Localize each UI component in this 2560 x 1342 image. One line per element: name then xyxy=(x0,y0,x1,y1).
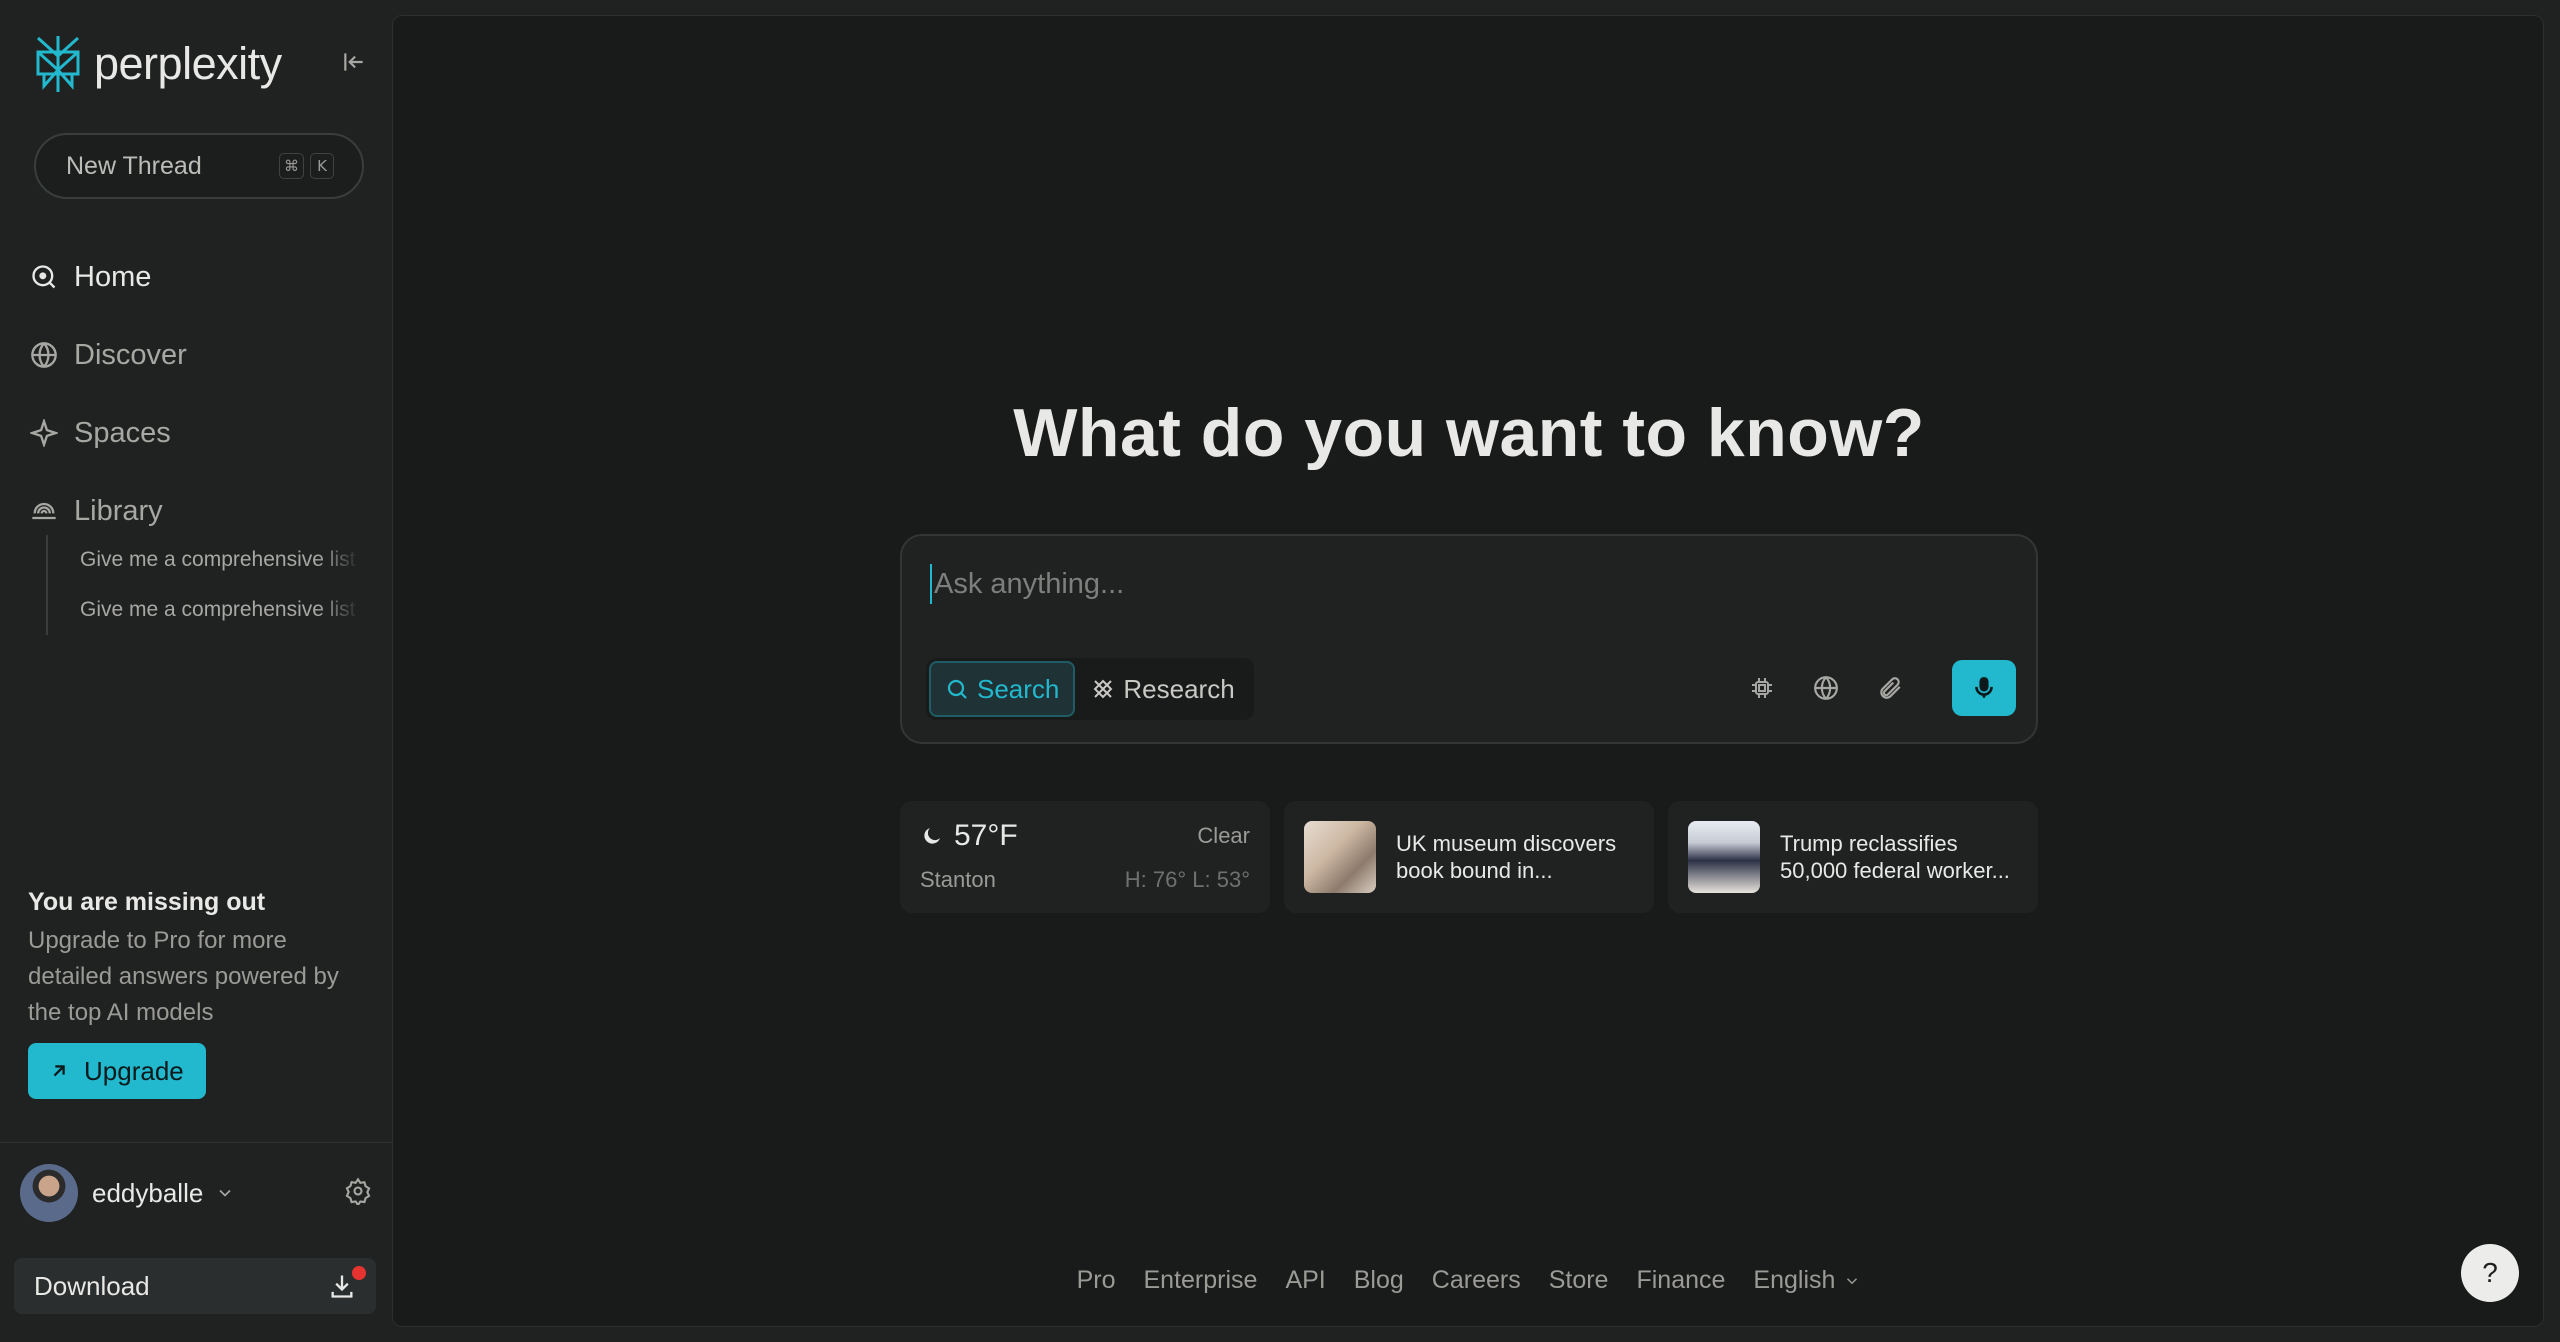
search-icon xyxy=(32,265,56,289)
footer-link-careers[interactable]: Careers xyxy=(1432,1266,1521,1295)
news-thumbnail xyxy=(1304,821,1376,893)
footer-link-enterprise[interactable]: Enterprise xyxy=(1143,1266,1257,1295)
sidebar-item-label: Discover xyxy=(74,338,187,371)
chevron-down-icon xyxy=(1847,1277,1858,1284)
research-icon xyxy=(1093,679,1113,699)
library-thread-item[interactable]: Give me a comprehensive list xyxy=(80,535,360,585)
divider xyxy=(0,1142,392,1143)
sidebar-item-spaces[interactable]: Spaces xyxy=(30,394,187,472)
footer-link-finance[interactable]: Finance xyxy=(1636,1266,1725,1295)
globe-icon xyxy=(31,342,57,368)
widget-cards: 57°F Clear Stanton H: 76° L: 53° UK muse… xyxy=(900,801,2038,913)
weather-city: Stanton xyxy=(920,867,996,892)
weather-hilo: H: 76° L: 53° xyxy=(1124,867,1250,892)
new-thread-button[interactable]: New Thread ⌘ K xyxy=(34,133,364,199)
promo-text: Upgrade to Pro for more detailed answers… xyxy=(28,927,339,1026)
news-title: Trump reclassifies 50,000 federal worker… xyxy=(1780,831,2010,883)
weather-condition: Clear xyxy=(1197,823,1250,848)
arrow-up-right-icon xyxy=(53,1065,65,1077)
sidebar-item-label: Home xyxy=(74,260,152,293)
footer-links: Pro Enterprise API Blog Careers Store Fi… xyxy=(393,1266,2545,1295)
model-select-button[interactable] xyxy=(1748,674,1776,702)
research-mode-label: Research xyxy=(1123,673,1235,704)
footer-link-store[interactable]: Store xyxy=(1549,1266,1609,1295)
news-card[interactable]: UK museum discovers book bound in... xyxy=(1284,801,1654,913)
research-mode-button[interactable]: Research xyxy=(1075,661,1250,717)
new-thread-label: New Thread xyxy=(66,151,202,180)
sidebar: perplexity New Thread ⌘ K Home Discover … xyxy=(0,0,392,1342)
chevron-down-icon xyxy=(219,1189,231,1197)
news-title: UK museum discovers book bound in... xyxy=(1396,831,1617,883)
perplexity-logo-icon xyxy=(36,36,80,92)
collapse-sidebar-button[interactable] xyxy=(338,46,370,78)
library-thread-item[interactable]: Give me a comprehensive list xyxy=(80,585,360,635)
sidebar-item-label: Spaces xyxy=(74,416,171,449)
microphone-icon xyxy=(1975,676,1993,698)
news-thumbnail xyxy=(1688,821,1760,893)
upgrade-button[interactable]: Upgrade xyxy=(28,1043,206,1099)
promo-title: You are missing out xyxy=(28,888,266,916)
page-title: What do you want to know? xyxy=(1013,395,1925,471)
chip-icon xyxy=(1752,678,1772,698)
search-tools xyxy=(1748,660,2016,716)
logo-text: perplexity xyxy=(94,38,282,89)
attach-button[interactable] xyxy=(1876,674,1904,702)
globe-icon xyxy=(1814,676,1838,700)
collapse-icon xyxy=(344,53,363,71)
shortcut-cmd-key: ⌘ xyxy=(279,153,304,179)
weather-card[interactable]: 57°F Clear Stanton H: 76° L: 53° xyxy=(900,801,1270,913)
shortcut-k-key: K xyxy=(310,153,334,179)
avatar xyxy=(20,1164,78,1222)
user-menu[interactable]: eddyballe xyxy=(20,1163,372,1223)
footer-link-pro[interactable]: Pro xyxy=(1077,1266,1116,1295)
moon-icon xyxy=(924,828,940,844)
footer-link-api[interactable]: API xyxy=(1285,1266,1325,1295)
sidebar-nav: Home Discover Spaces Library xyxy=(30,238,187,550)
app: perplexity New Thread ⌘ K Home Discover … xyxy=(0,0,2560,1342)
help-button[interactable]: ? xyxy=(2461,1244,2519,1302)
news-card[interactable]: Trump reclassifies 50,000 federal worker… xyxy=(1668,801,2038,913)
download-button[interactable]: Download xyxy=(14,1258,376,1314)
upgrade-button-label: Upgrade xyxy=(84,1055,184,1086)
notification-dot xyxy=(352,1266,366,1280)
search-icon xyxy=(947,679,967,699)
search-mode-button[interactable]: Search xyxy=(929,661,1076,717)
language-label: English xyxy=(1753,1266,1836,1294)
sidebar-item-label: Library xyxy=(74,494,163,527)
main-panel: What do you want to know? Search Researc… xyxy=(392,15,2544,1327)
library-thread-list: Give me a comprehensive list Give me a c… xyxy=(46,535,360,635)
download-label: Download xyxy=(34,1270,150,1301)
search-box: Search Research xyxy=(900,534,2038,744)
library-icon xyxy=(32,502,56,520)
paperclip-icon xyxy=(1880,677,1901,699)
search-mode-label: Search xyxy=(977,673,1060,704)
logo[interactable]: perplexity xyxy=(32,34,282,94)
voice-input-button[interactable] xyxy=(1952,660,2016,716)
search-mode-toggle: Search Research xyxy=(926,658,1254,720)
sources-button[interactable] xyxy=(1812,674,1840,702)
search-input[interactable] xyxy=(930,564,1930,604)
sparkle-icon xyxy=(30,419,58,447)
upgrade-promo: You are missing out Upgrade to Pro for m… xyxy=(28,888,368,1099)
gear-icon[interactable] xyxy=(344,1177,372,1205)
username: eddyballe xyxy=(92,1177,204,1208)
temperature: 57°F xyxy=(954,819,1018,852)
sidebar-item-home[interactable]: Home xyxy=(30,238,187,316)
sidebar-item-discover[interactable]: Discover xyxy=(30,316,187,394)
weather-temp: 57°F xyxy=(920,819,1018,853)
language-select[interactable]: English xyxy=(1753,1266,1861,1295)
footer-link-blog[interactable]: Blog xyxy=(1354,1266,1404,1295)
